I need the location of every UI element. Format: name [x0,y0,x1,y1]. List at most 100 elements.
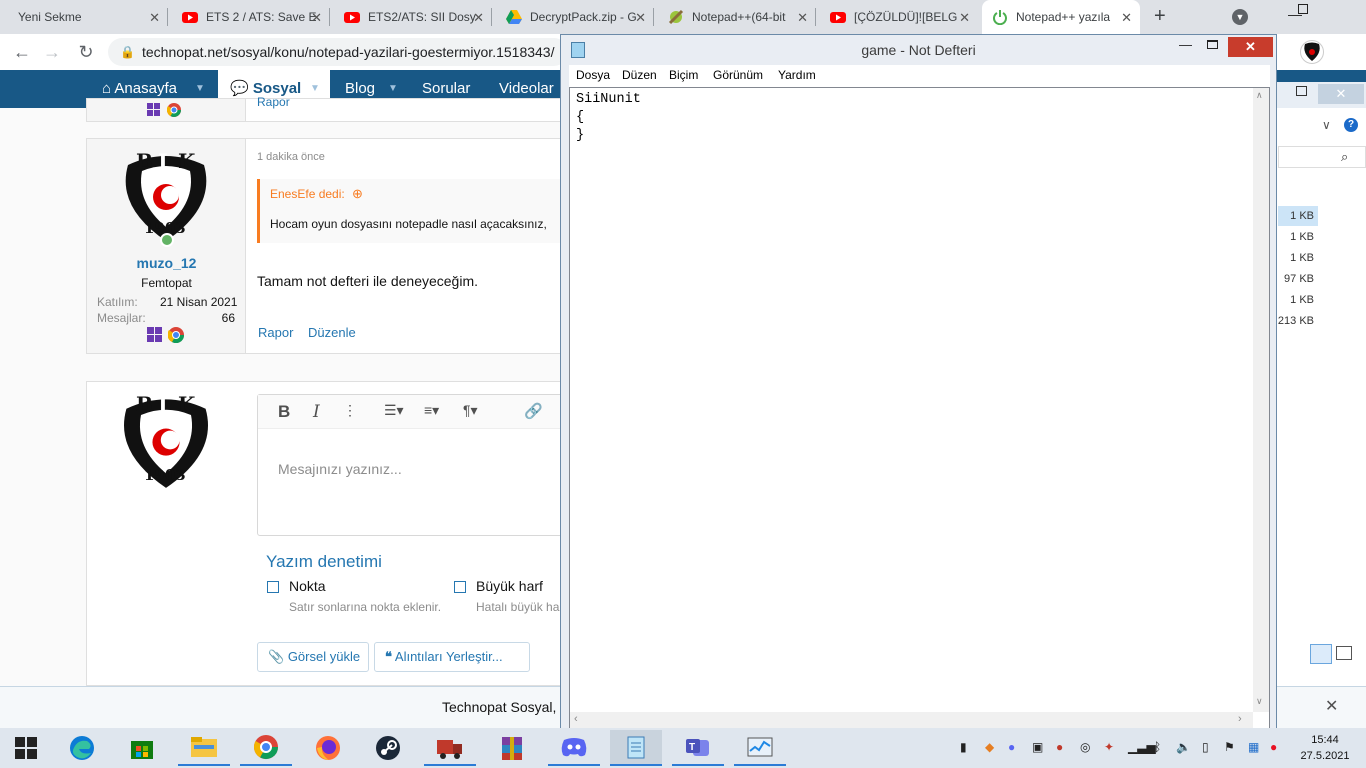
gpu-icon[interactable]: ● [1056,740,1063,754]
truck-game-icon[interactable] [424,730,476,766]
monitor-icon[interactable]: ▣ [1032,740,1043,754]
clock-time[interactable]: 15:44 [1290,734,1360,746]
steam-tray-icon[interactable]: ◎ [1080,740,1090,754]
tab-cozuldu[interactable]: [ÇÖZÜLDÜ]![BELG ✕ [820,0,978,34]
reload-icon[interactable]: ↻ [74,40,98,64]
discord-icon[interactable] [548,730,600,766]
scroll-right-icon[interactable]: › [1238,713,1242,725]
task-manager-icon[interactable] [734,730,786,766]
notepad-text-area[interactable]: SiiNunit { } ∧ ∨ ‹ › [569,87,1270,729]
tiles-view-icon[interactable] [1336,646,1352,660]
arrow-up-circle-icon[interactable]: ⊕ [352,186,363,202]
chevron-down-icon[interactable]: ∨ [1322,118,1331,132]
list-icon[interactable]: ☰▾ [384,402,404,419]
tab-ets2-save[interactable]: ETS 2 / ATS: Save E ✕ [172,0,330,34]
tab-notepadpp-yazilar-active[interactable]: Notepad++ yazıla ✕ [982,0,1140,34]
explorer-search-box[interactable]: ⌕ [1278,146,1366,168]
period-checkbox[interactable] [267,581,279,593]
nvidia-icon[interactable]: ✦ [1104,740,1114,754]
address-bar[interactable]: 🔒 technopat.net/sosyal/konu/notepad-yazi… [108,38,568,66]
tab-ets2-sii[interactable]: ETS2/ATS: SII Dosy ✕ [334,0,492,34]
paragraph-icon[interactable]: ¶▾ [463,402,478,419]
username[interactable]: muzo_12 [87,255,246,271]
prev-report-link[interactable]: Rapor [257,95,290,109]
volume-icon[interactable]: 🔈 [1176,740,1191,754]
period-option-label[interactable]: Nokta [289,578,326,594]
scroll-up-icon[interactable]: ∧ [1256,90,1263,101]
chrome-icon[interactable] [240,730,292,766]
menu-view[interactable]: Görünüm [713,68,763,82]
new-tab-button[interactable]: + [1154,5,1166,28]
windows-start-icon[interactable] [0,730,52,766]
firefox-icon[interactable] [302,730,354,766]
insert-quotes-button[interactable]: ❝ Alıntıları Yerleştir... [374,642,530,672]
bold-icon[interactable]: B [278,402,290,422]
file-explorer-icon[interactable] [178,730,230,766]
battery-icon[interactable]: ▮ [960,740,967,754]
editor-toolbar: B I ⋮ ☰▾ ≡▾ ¶▾ 🔗 [258,395,566,429]
bluetooth-icon[interactable]: ᛒ [1154,740,1161,754]
restore-icon[interactable] [1298,4,1308,14]
network-signal-icon[interactable]: ▁▃▅ [1128,740,1156,754]
tab-title: DecryptPack.zip - G [530,10,637,24]
notepad-icon[interactable] [610,730,662,766]
clock-date[interactable]: 27.5.2021 [1290,750,1360,762]
link-icon[interactable]: 🔗 [524,402,543,420]
close-icon[interactable]: ✕ [1228,37,1273,57]
tab-close-icon[interactable]: ✕ [1121,10,1132,26]
store-icon[interactable] [116,730,168,766]
uppercase-checkbox[interactable] [454,581,466,593]
vertical-scrollbar[interactable]: ∧ ∨ [1253,88,1269,712]
close-icon[interactable]: ✕ [1325,696,1338,716]
scroll-left-icon[interactable]: ‹ [574,713,578,725]
italic-icon[interactable]: I [313,402,320,422]
post-time[interactable]: 1 dakika önce [257,151,325,163]
upload-image-button[interactable]: 📎 Görsel yükle [257,642,369,672]
maximize-icon[interactable] [1207,40,1218,49]
maximize-icon[interactable] [1296,86,1307,96]
discord-tray-icon[interactable]: ● [1008,740,1015,754]
keyboard-icon[interactable]: ▦ [1248,740,1259,754]
teams-icon[interactable]: T [672,730,724,766]
help-icon[interactable]: ? [1344,118,1358,132]
profile-avatar[interactable] [1300,40,1324,64]
reply-editor[interactable]: B I ⋮ ☰▾ ≡▾ ¶▾ 🔗 Mesajınızı yazınız... [257,394,567,536]
chat-icon: 💬 [230,80,249,97]
avatar[interactable]: B J K 1903 [120,147,212,247]
edit-link[interactable]: Düzenle [308,325,356,340]
forward-arrow-icon[interactable]: → [40,40,64,64]
back-arrow-icon[interactable]: ← [10,40,34,64]
more-options-icon[interactable]: ⋮ [343,402,357,419]
menu-edit[interactable]: Düzen [622,68,657,82]
report-link[interactable]: Rapor [258,325,293,340]
quote-author[interactable]: EnesEfe dedi: [270,187,345,201]
tab-close-icon[interactable]: ✕ [311,10,322,26]
flag-icon[interactable]: ⚑ [1224,740,1235,754]
menu-file[interactable]: Dosya [576,68,610,82]
avast-icon[interactable]: ◆ [985,740,994,754]
tab-search-icon[interactable]: ▼ [1232,9,1248,25]
security-icon[interactable]: ● [1270,740,1277,754]
usb-icon[interactable]: ▯ [1202,740,1209,754]
minimize-icon[interactable]: — [1179,37,1192,52]
tab-close-icon[interactable]: ✕ [959,10,970,26]
edge-icon[interactable] [56,730,108,766]
menu-format[interactable]: Biçim [669,68,698,82]
details-view-icon[interactable] [1310,644,1332,664]
uppercase-option-label[interactable]: Büyük harf [476,578,543,594]
winrar-icon[interactable] [486,730,538,766]
menu-help[interactable]: Yardım [778,68,816,82]
align-icon[interactable]: ≡▾ [424,402,439,419]
tab-close-icon[interactable]: ✕ [473,10,484,26]
paperclip-icon: 📎 [268,649,285,664]
tab-close-icon[interactable]: ✕ [149,10,160,26]
steam-icon[interactable] [362,730,414,766]
tab-close-icon[interactable]: ✕ [635,10,646,26]
tab-notepadpp[interactable]: Notepad++(64-bit ✕ [658,0,816,34]
tab-decryptpack[interactable]: DecryptPack.zip - G ✕ [496,0,654,34]
scroll-down-icon[interactable]: ∨ [1256,696,1263,707]
close-icon[interactable]: ✕ [1318,84,1364,104]
horizontal-scrollbar[interactable]: ‹ › [570,712,1253,728]
tab-close-icon[interactable]: ✕ [797,10,808,26]
tab-new-tab[interactable]: Yeni Sekme ✕ [8,0,168,34]
